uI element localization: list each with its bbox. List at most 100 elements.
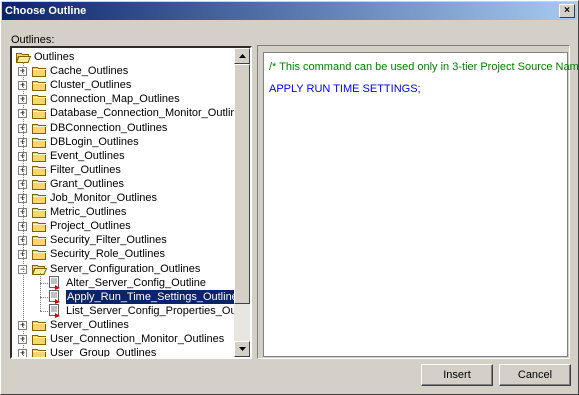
tree-item-label: Event_Outlines	[50, 149, 125, 162]
tree-root-outlines[interactable]: Outlines	[12, 50, 236, 64]
tree-item-label: User_Connection_Monitor_Outlines	[50, 333, 225, 345]
tree-item[interactable]: + Metric_Outlines	[12, 205, 236, 219]
folder-icon	[32, 320, 46, 331]
insert-button[interactable]: Insert	[421, 364, 493, 386]
folder-icon	[32, 95, 46, 106]
folder-icon	[32, 235, 47, 247]
outline-document-icon	[49, 289, 60, 304]
tree-content: Outlines + Cache_Outlines + Cluster_Outlines…	[12, 48, 236, 357]
folder-icon	[32, 222, 46, 233]
tree-item-label: Database_Connection_Monitor_Outlines	[50, 107, 236, 120]
folder-icon	[32, 349, 46, 357]
tree-item[interactable]: + Cache_Outlines	[12, 64, 236, 78]
tree-connector-line	[40, 310, 48, 312]
folder-icon	[32, 193, 47, 204]
tree-item[interactable]: + Filter_Outlines	[12, 163, 236, 177]
tree-item-label: Outlines	[34, 51, 75, 63]
folder-icon	[32, 67, 46, 78]
tree-item-label: DBLogin_Outlines	[50, 135, 139, 148]
tree-item[interactable]: + Grant_Outlines	[12, 177, 236, 191]
folder-icon	[32, 250, 46, 261]
folder-icon	[32, 165, 46, 176]
tree-item-label: Grant_Outlines	[50, 177, 124, 190]
arrow-down-icon	[239, 347, 246, 351]
folder-icon	[32, 151, 47, 162]
folder-icon	[32, 194, 46, 204]
tree-item-label: Server_Outlines	[50, 318, 129, 331]
tree-connector-line	[40, 296, 48, 298]
tree-item[interactable]: + DBConnection_Outlines	[12, 121, 236, 135]
outline-document-icon	[48, 289, 62, 304]
tree-item[interactable]: + Connection_Map_Outlines	[12, 92, 236, 106]
outline-document-icon	[48, 303, 62, 318]
folder-icon	[32, 81, 46, 92]
tree-item-label: Connection_Map_Outlines	[50, 93, 180, 106]
tree-item-label: List_Server_Config_Properties_Outline	[66, 304, 236, 317]
folder-icon	[32, 208, 46, 219]
outline-document-icon	[48, 275, 62, 290]
tree-item-label: Alter_Server_Config_Outline	[66, 276, 207, 289]
tree-item[interactable]: + Event_Outlines	[12, 149, 236, 163]
folder-icon	[32, 179, 47, 190]
outlines-label: Outlines:	[11, 34, 55, 46]
tree-connector-line	[40, 282, 48, 284]
tree-item-label: User_Group_Outlines	[50, 347, 157, 357]
tree-item[interactable]: + User_Group_Outlines	[12, 346, 236, 357]
tree-item[interactable]: − Server_Configuration_Outlines	[12, 262, 236, 276]
folder-icon	[32, 320, 47, 331]
folder-icon	[32, 123, 46, 134]
folder-icon	[32, 348, 47, 357]
folder-icon	[32, 137, 47, 148]
dialog-title: Choose Outline	[5, 5, 87, 17]
tree-scrollbar[interactable]	[234, 48, 250, 357]
tree-item[interactable]: + Server_Outlines	[12, 318, 236, 332]
folder-icon	[32, 207, 47, 219]
folder-icon	[32, 221, 47, 233]
close-button[interactable]: ×	[559, 4, 575, 18]
preview-command: APPLY RUN TIME SETTINGS;	[269, 83, 421, 95]
tree-connector-line	[40, 272, 41, 311]
folder-icon	[32, 334, 47, 345]
outline-document-icon	[49, 303, 60, 318]
tree-item[interactable]: + Database_Connection_Monitor_Outlines	[12, 106, 236, 120]
tree-item-label: Filter_Outlines	[50, 163, 121, 176]
tree-item[interactable]: + Project_Outlines	[12, 219, 236, 233]
tree-item-label: Cache_Outlines	[50, 65, 129, 78]
tree-item[interactable]: + Security_Role_Outlines	[12, 247, 236, 261]
tree-item-label: Security_Filter_Outlines	[50, 234, 167, 247]
folder-icon	[32, 249, 47, 261]
tree-item-label: Project_Outlines	[50, 220, 131, 233]
tree-item[interactable]: + User_Connection_Monitor_Outlines	[12, 332, 236, 346]
tree-item[interactable]: + DBLogin_Outlines	[12, 135, 236, 149]
tree-item-label: Apply_Run_Time_Settings_Outline	[65, 288, 236, 305]
folder-icon	[32, 236, 46, 247]
tree-item[interactable]: + Security_Filter_Outlines	[12, 233, 236, 247]
scroll-up-button[interactable]	[234, 48, 250, 64]
folder-icon	[32, 137, 46, 148]
cancel-button[interactable]: Cancel	[499, 364, 571, 386]
tree-item[interactable]: + Cluster_Outlines	[12, 78, 236, 92]
folder-icon	[32, 165, 47, 176]
outline-tree-view[interactable]: Outlines + Cache_Outlines + Cluster_Outlines…	[10, 46, 252, 359]
folder-icon	[32, 335, 46, 345]
tree-item-label: Security_Role_Outlines	[50, 248, 165, 261]
title-bar: Choose Outline ×	[2, 2, 577, 20]
preview-comment: /* This command can be used only in 3-ti…	[269, 61, 579, 73]
folder-icon	[32, 179, 46, 190]
tree-item-label: Job_Monitor_Outlines	[50, 192, 158, 204]
folder-icon	[32, 151, 46, 162]
tree-item-label: Cluster_Outlines	[50, 79, 132, 92]
folder-icon	[32, 123, 47, 134]
tree-item-label: Metric_Outlines	[50, 206, 127, 219]
folder-icon	[32, 66, 47, 78]
scroll-down-button[interactable]	[234, 341, 250, 357]
folder-icon	[32, 80, 47, 92]
arrow-up-icon	[239, 54, 246, 58]
outline-preview-editor[interactable]: /* This command can be used only in 3-ti…	[263, 52, 579, 357]
tree-item-label: DBConnection_Outlines	[50, 121, 168, 134]
tree-item[interactable]: + Job_Monitor_Outlines	[12, 191, 236, 205]
scroll-thumb[interactable]	[234, 64, 250, 304]
outline-document-icon	[49, 275, 60, 290]
tree-item-label: Server_Configuration_Outlines	[50, 262, 201, 275]
folder-icon	[32, 108, 47, 120]
